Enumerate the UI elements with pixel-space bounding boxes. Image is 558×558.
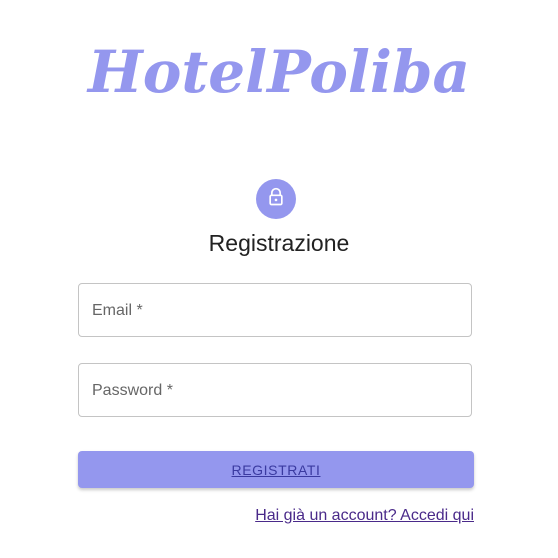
page-title: Registrazione: [208, 230, 350, 256]
register-button[interactable]: REGISTRATI: [78, 451, 474, 488]
email-input[interactable]: [79, 284, 471, 336]
registration-page: HotelPoliba Registrazione Email * Passwo…: [0, 0, 558, 558]
register-button-label: REGISTRATI: [231, 461, 321, 478]
lock-icon: [266, 187, 286, 212]
email-field[interactable]: Email *: [78, 283, 472, 337]
password-input[interactable]: [79, 364, 471, 416]
password-field[interactable]: Password *: [78, 363, 472, 417]
lock-avatar: [256, 179, 296, 219]
brand-title: HotelPoliba: [87, 38, 471, 106]
login-link[interactable]: Hai già un account? Accedi qui: [255, 505, 474, 527]
